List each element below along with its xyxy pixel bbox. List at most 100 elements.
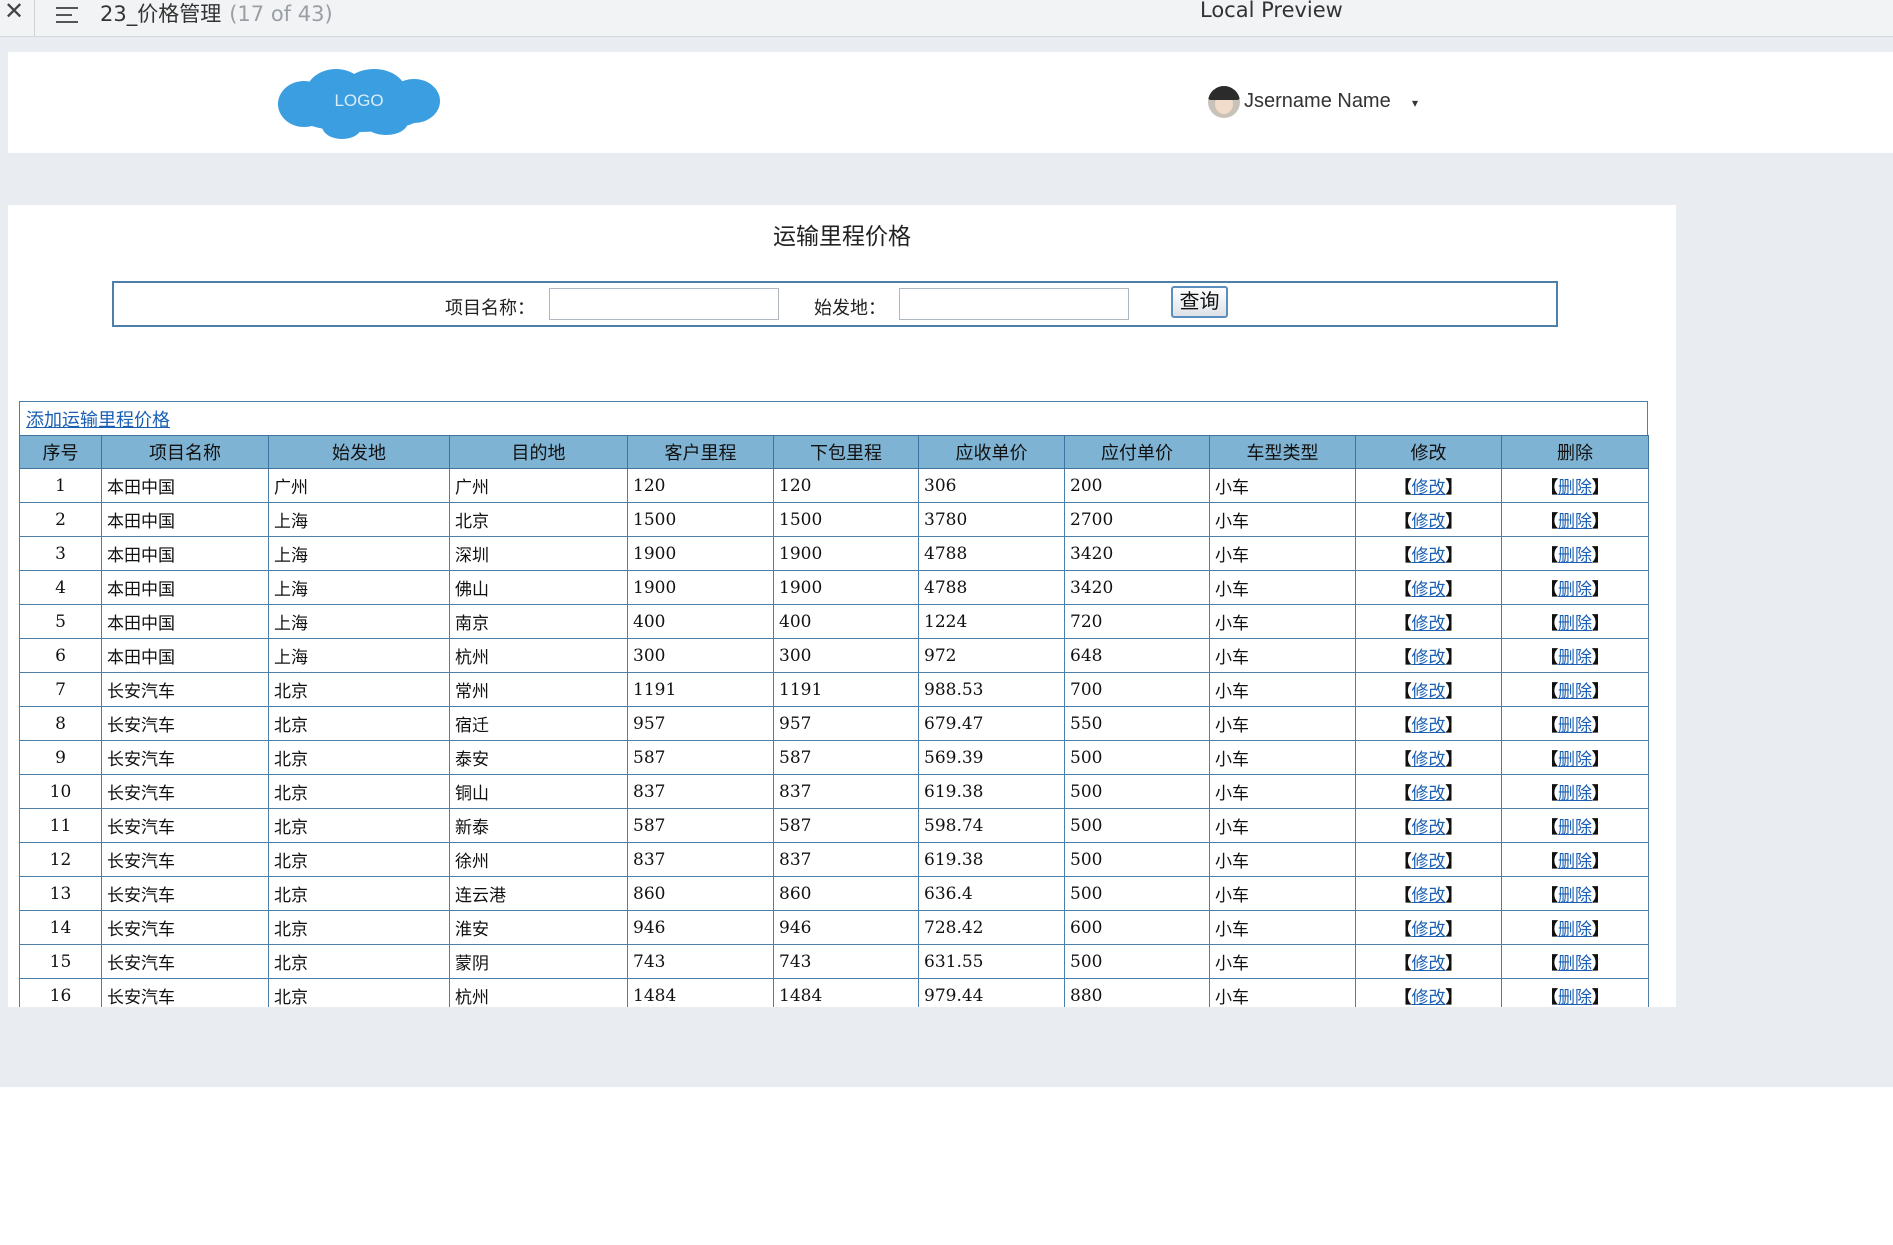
edit-link[interactable]: 修改	[1412, 954, 1446, 974]
bracket-open: 【	[1394, 648, 1412, 668]
origin-input[interactable]	[899, 288, 1129, 320]
edit-link[interactable]: 修改	[1412, 818, 1446, 838]
bracket-open: 【	[1541, 580, 1558, 600]
table-cell: 837	[627, 774, 774, 809]
bracket-close: 】	[1592, 512, 1609, 532]
table-cell: 500	[1064, 842, 1210, 877]
delete-link[interactable]: 删除	[1558, 988, 1592, 1007]
table-cell: 636.4	[918, 876, 1065, 911]
table-cell: 728.42	[918, 910, 1065, 945]
bracket-open: 【	[1394, 682, 1412, 702]
table-cell: 1500	[627, 502, 774, 537]
delete-link[interactable]: 删除	[1558, 818, 1592, 838]
edit-link[interactable]: 修改	[1412, 512, 1446, 532]
edit-link[interactable]: 修改	[1412, 580, 1446, 600]
edit-link[interactable]: 修改	[1412, 750, 1446, 770]
table-cell: 3	[19, 536, 102, 571]
edit-link[interactable]: 修改	[1412, 614, 1446, 634]
table-cell: 720	[1064, 604, 1210, 639]
table-cell: 徐州	[449, 842, 628, 877]
bracket-open: 【	[1394, 920, 1412, 940]
edit-link[interactable]: 修改	[1412, 988, 1446, 1007]
delete-link[interactable]: 删除	[1558, 886, 1592, 906]
table-cell: 631.55	[918, 944, 1065, 979]
delete-link[interactable]: 删除	[1558, 716, 1592, 736]
menu-icon[interactable]	[56, 2, 78, 23]
delete-link[interactable]: 删除	[1558, 546, 1592, 566]
caret-down-icon: ▾	[1412, 96, 1419, 110]
edit-cell: 【修改】	[1355, 604, 1502, 639]
table-cell: 837	[627, 842, 774, 877]
delete-link[interactable]: 删除	[1558, 648, 1592, 668]
edit-link[interactable]: 修改	[1412, 886, 1446, 906]
table-cell: 泰安	[449, 740, 628, 775]
delete-cell: 【删除】	[1501, 502, 1649, 537]
table-cell: 杭州	[449, 638, 628, 673]
table-cell: 佛山	[449, 570, 628, 605]
logo[interactable]: LOGO	[274, 68, 444, 140]
table-cell: 1900	[627, 536, 774, 571]
column-header: 目的地	[449, 435, 628, 469]
table-cell: 587	[773, 740, 919, 775]
table-cell: 550	[1064, 706, 1210, 741]
table-cell: 广州	[449, 468, 628, 503]
bracket-open: 【	[1394, 784, 1412, 804]
column-header: 应收单价	[918, 435, 1065, 469]
table-row: 14 长安汽车 北京 淮安 946 946 728.42 600 小车 【修改】 【删除】	[19, 910, 1649, 945]
query-button[interactable]: 查询	[1171, 286, 1228, 318]
delete-link[interactable]: 删除	[1558, 784, 1592, 804]
table-row: 5 本田中国 上海 南京 400 400 1224 720 小车 【修改】 【删除】	[19, 604, 1649, 639]
delete-link[interactable]: 删除	[1558, 580, 1592, 600]
bracket-close: 】	[1592, 614, 1609, 634]
edit-link[interactable]: 修改	[1412, 716, 1446, 736]
bracket-close: 】	[1445, 716, 1463, 736]
table-cell: 上海	[268, 570, 450, 605]
table-cell: 小车	[1209, 740, 1356, 775]
bracket-open: 【	[1541, 920, 1558, 940]
table-cell: 120	[773, 468, 919, 503]
edit-link[interactable]: 修改	[1412, 546, 1446, 566]
add-price-link[interactable]: 添加运输里程价格	[26, 406, 170, 432]
bracket-open: 【	[1394, 750, 1412, 770]
edit-link[interactable]: 修改	[1412, 852, 1446, 872]
delete-cell: 【删除】	[1501, 536, 1649, 571]
table-cell: 587	[627, 808, 774, 843]
table-row: 12 长安汽车 北京 徐州 837 837 619.38 500 小车 【修改】 【删除】	[19, 842, 1649, 877]
bracket-open: 【	[1394, 818, 1412, 838]
page-counter: (17 of 43)	[229, 2, 333, 26]
edit-link[interactable]: 修改	[1412, 682, 1446, 702]
edit-link[interactable]: 修改	[1412, 478, 1446, 498]
bracket-close: 】	[1592, 580, 1609, 600]
table-cell: 北京	[268, 876, 450, 911]
delete-link[interactable]: 删除	[1558, 954, 1592, 974]
delete-link[interactable]: 删除	[1558, 614, 1592, 634]
table-row: 10 长安汽车 北京 铜山 837 837 619.38 500 小车 【修改】 【删除】	[19, 774, 1649, 809]
close-icon[interactable]: ✕	[4, 0, 24, 25]
delete-link[interactable]: 删除	[1558, 512, 1592, 532]
table-cell: 880	[1064, 978, 1210, 1007]
delete-link[interactable]: 删除	[1558, 682, 1592, 702]
edit-link[interactable]: 修改	[1412, 784, 1446, 804]
table-cell: 长安汽车	[101, 672, 269, 707]
table-cell: 本田中国	[101, 604, 269, 639]
edit-link[interactable]: 修改	[1412, 920, 1446, 940]
project-name-input[interactable]	[549, 288, 779, 320]
table-row: 6 本田中国 上海 杭州 300 300 972 648 小车 【修改】 【删除】	[19, 638, 1649, 673]
table-cell: 1191	[773, 672, 919, 707]
delete-link[interactable]: 删除	[1558, 478, 1592, 498]
edit-link[interactable]: 修改	[1412, 648, 1446, 668]
table-cell: 16	[19, 978, 102, 1007]
table-cell: 长安汽车	[101, 706, 269, 741]
table-cell: 9	[19, 740, 102, 775]
delete-link[interactable]: 删除	[1558, 852, 1592, 872]
delete-cell: 【删除】	[1501, 978, 1649, 1007]
column-header: 客户里程	[627, 435, 774, 469]
delete-link[interactable]: 删除	[1558, 750, 1592, 770]
table-cell: 北京	[268, 740, 450, 775]
column-header: 修改	[1355, 435, 1502, 469]
delete-cell: 【删除】	[1501, 706, 1649, 741]
bracket-close: 】	[1592, 784, 1609, 804]
delete-link[interactable]: 删除	[1558, 920, 1592, 940]
bracket-open: 【	[1541, 954, 1558, 974]
table-cell: 3420	[1064, 570, 1210, 605]
